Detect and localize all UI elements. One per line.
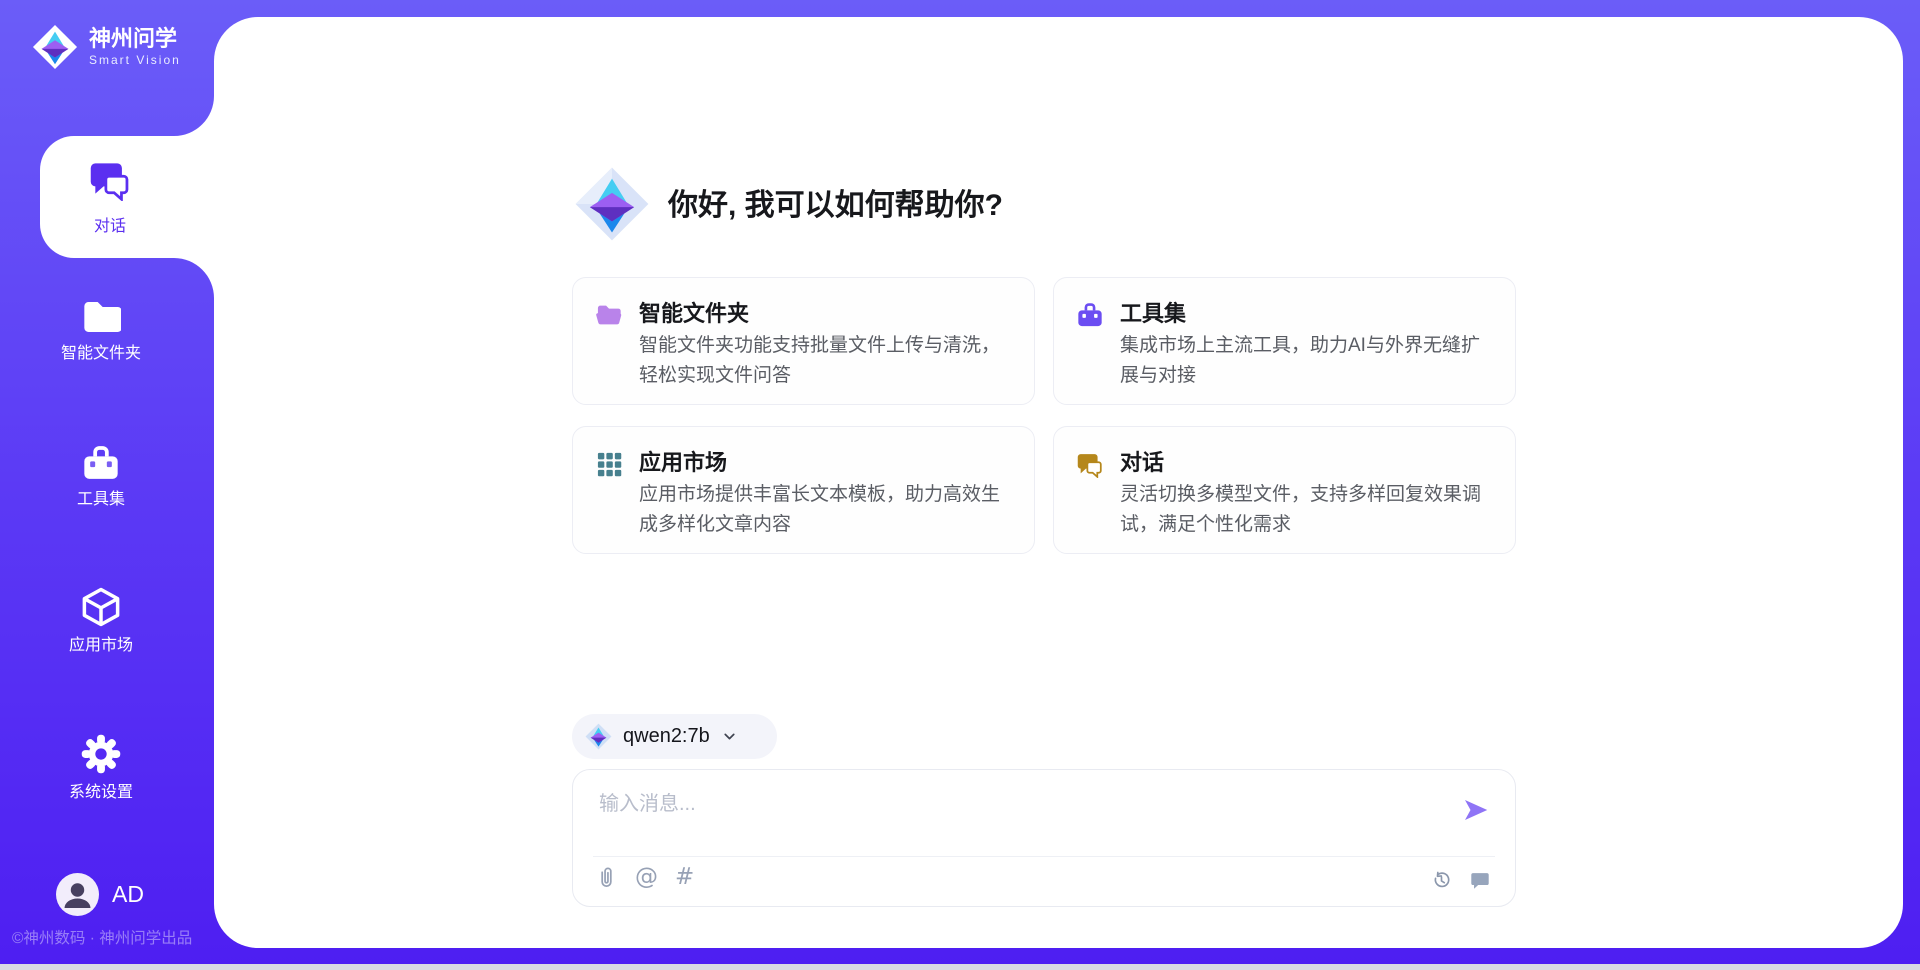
at-icon: @ — [635, 866, 658, 889]
attach-file-button[interactable] — [595, 866, 618, 889]
card-title: 工具集 — [1120, 299, 1186, 329]
sidebar-item-chat[interactable]: 对话 — [40, 136, 214, 258]
card-toolbox[interactable]: 工具集 集成市场上主流工具，助力AI与外界无缝扩展与对接 — [1053, 277, 1516, 405]
folder-open-icon — [595, 301, 623, 329]
card-title: 应用市场 — [639, 448, 727, 478]
card-description: 集成市场上主流工具，助力AI与外界无缝扩展与对接 — [1120, 331, 1494, 391]
copyright-text: ©神州数码 · 神州问学出品 — [12, 926, 192, 948]
folder-icon — [81, 298, 121, 336]
message-composer: @ # — [572, 769, 1516, 907]
new-chat-button[interactable] — [1469, 869, 1491, 891]
sidebar-item-label: 系统设置 — [0, 782, 202, 804]
model-name: qwen2:7b — [623, 725, 710, 748]
history-icon — [1431, 870, 1452, 891]
gear-icon — [80, 733, 122, 775]
composer-divider — [593, 856, 1495, 857]
model-selector[interactable]: qwen2:7b — [572, 714, 777, 759]
active-tab-curve-bottom — [174, 258, 214, 298]
grid-icon — [595, 450, 623, 478]
sidebar-item-toolbox[interactable]: 工具集 — [0, 444, 202, 511]
brand-text: 神州问学 Smart Vision — [89, 26, 181, 68]
card-description: 智能文件夹功能支持批量文件上传与清洗，轻松实现文件问答 — [639, 331, 1013, 391]
send-button[interactable] — [1461, 795, 1491, 825]
sidebar-item-smart-folders[interactable]: 智能文件夹 — [0, 298, 202, 365]
composer-right-tools — [1431, 869, 1491, 891]
hash-topic-button[interactable]: # — [675, 866, 694, 889]
cube-icon — [80, 586, 122, 628]
user-initials: AD — [112, 881, 144, 908]
composer-tools: @ # — [595, 866, 694, 889]
sidebar-item-label: 对话 — [94, 216, 126, 238]
bottom-edge-strip — [0, 964, 1920, 970]
sidebar-item-label: 智能文件夹 — [0, 343, 202, 365]
app-root: 神州问学 Smart Vision 对话 智能文件夹 工具集 — [0, 0, 1920, 970]
card-description: 灵活切换多模型文件，支持多样回复效果调试，满足个性化需求 — [1120, 480, 1494, 540]
card-chat[interactable]: 对话 灵活切换多模型文件，支持多样回复效果调试，满足个性化需求 — [1053, 426, 1516, 554]
brand-logo: 神州问学 Smart Vision — [32, 24, 181, 70]
message-icon — [1469, 869, 1491, 891]
chat-bubbles-icon — [1076, 450, 1104, 478]
card-app-market[interactable]: 应用市场 应用市场提供丰富长文本模板，助力高效生成多样化文章内容 — [572, 426, 1035, 554]
user-avatar-icon — [56, 873, 99, 916]
toolbox-icon — [1076, 301, 1104, 329]
brand-diamond-icon — [585, 723, 612, 750]
toolbox-icon — [81, 444, 121, 482]
brand-subtitle: Smart Vision — [89, 52, 181, 68]
chat-icon — [88, 157, 132, 201]
brand-name: 神州问学 — [89, 26, 181, 52]
sidebar-item-label: 工具集 — [0, 489, 202, 511]
card-description: 应用市场提供丰富长文本模板，助力高效生成多样化文章内容 — [639, 480, 1013, 540]
at-mention-button[interactable]: @ — [635, 866, 658, 889]
card-smart-folders[interactable]: 智能文件夹 智能文件夹功能支持批量文件上传与清洗，轻松实现文件问答 — [572, 277, 1035, 405]
sidebar-item-label: 应用市场 — [0, 635, 202, 657]
greeting-title: 你好, 我可以如何帮助你? — [668, 187, 1003, 225]
sidebar-item-settings[interactable]: 系统设置 — [0, 733, 202, 804]
user-profile[interactable]: AD — [56, 873, 144, 916]
history-button[interactable] — [1431, 870, 1452, 891]
chevron-down-icon — [721, 728, 738, 745]
card-title: 智能文件夹 — [639, 299, 749, 329]
greeting-diamond-icon — [574, 166, 650, 242]
paperclip-icon — [595, 866, 618, 889]
message-input[interactable] — [597, 783, 1421, 825]
card-title: 对话 — [1120, 448, 1164, 478]
hash-icon: # — [675, 866, 694, 889]
send-icon — [1461, 795, 1491, 825]
active-tab-curve-top — [174, 96, 214, 136]
brand-diamond-icon — [32, 24, 78, 70]
sidebar-item-app-market[interactable]: 应用市场 — [0, 586, 202, 657]
